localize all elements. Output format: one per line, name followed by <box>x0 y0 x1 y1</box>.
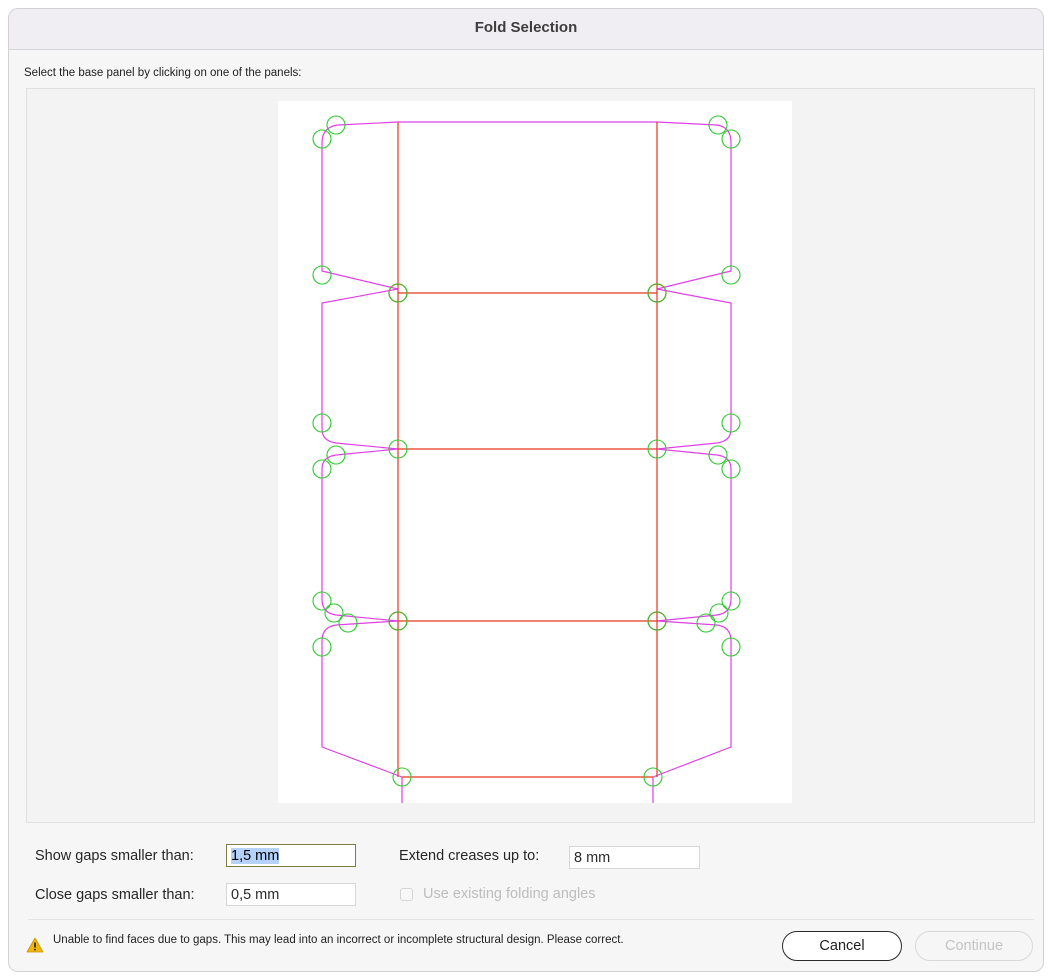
crease-lines <box>388 122 667 778</box>
warning-message: Unable to find faces due to gaps. This m… <box>53 934 624 946</box>
show-gaps-label: Show gaps smaller than: <box>35 848 194 864</box>
warning-triangle-icon <box>26 937 44 953</box>
extend-creases-input[interactable]: 8 mm <box>569 846 700 869</box>
extend-creases-label: Extend creases up to: <box>399 848 540 864</box>
cut-lines <box>321 121 732 803</box>
instruction-text: Select the base panel by clicking on one… <box>24 67 302 79</box>
divider <box>28 919 1034 920</box>
use-existing-angles-label: Use existing folding angles <box>423 886 596 902</box>
dialog-title: Fold Selection <box>474 19 578 36</box>
cancel-button[interactable]: Cancel <box>782 931 902 961</box>
title-bar: Fold Selection <box>9 9 1043 50</box>
show-gaps-value: 1,5 mm <box>231 848 280 864</box>
structural-design-canvas[interactable] <box>278 101 792 803</box>
close-gaps-label: Close gaps smaller than: <box>35 887 195 903</box>
show-gaps-input[interactable]: 1,5 mm <box>226 844 356 867</box>
close-gaps-input[interactable]: 0,5 mm <box>226 883 356 906</box>
use-existing-angles-checkbox[interactable] <box>400 888 413 901</box>
continue-button[interactable]: Continue <box>915 931 1033 961</box>
fold-selection-dialog: Fold Selection Select the base panel by … <box>8 8 1044 972</box>
